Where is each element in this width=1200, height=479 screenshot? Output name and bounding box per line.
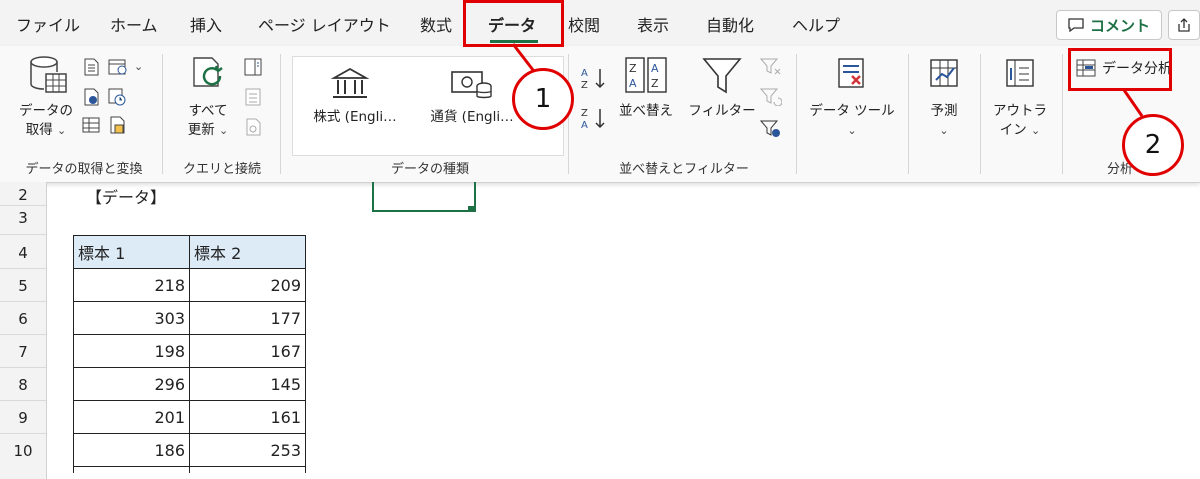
callout-pointers bbox=[511, 43, 1144, 117]
callout-1: 1 bbox=[512, 68, 574, 130]
callout-2: 2 bbox=[1122, 114, 1184, 176]
